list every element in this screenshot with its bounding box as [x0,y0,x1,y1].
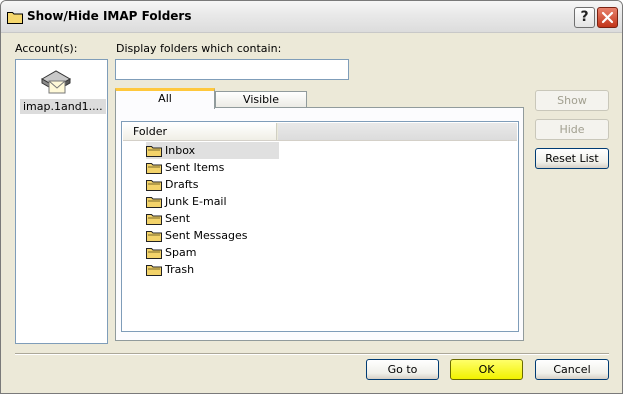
ok-button[interactable]: OK [450,359,523,380]
show-button[interactable]: Show [535,90,609,111]
help-icon: ? [580,9,589,25]
folder-icon [146,178,162,194]
folder-label: Sent Items [165,161,225,174]
folder-row[interactable]: Sent Messages [146,227,279,244]
folder-label: Sent [165,212,191,225]
folder-icon [7,10,23,27]
folder-label: Inbox [165,144,196,157]
folder-icon [146,144,162,160]
mail-server-icon [39,66,73,101]
window-title: Show/Hide IMAP Folders [27,9,192,23]
accounts-list[interactable]: imap.1and1.... [15,59,108,344]
folder-icon [146,195,162,211]
folder-row[interactable]: Junk E-mail [146,193,279,210]
dialog-window: Show/Hide IMAP Folders ? Account(s): ima… [0,0,623,394]
title-bar[interactable]: Show/Hide IMAP Folders ? [1,1,622,33]
folder-icon [146,263,162,279]
filter-label: Display folders which contain: [116,42,282,55]
folder-label: Sent Messages [165,229,248,242]
account-label: imap.1and1.... [20,99,106,114]
folder-row[interactable]: Spam [146,244,279,261]
accounts-label: Account(s): [15,42,78,55]
close-icon [601,11,614,24]
tab-all[interactable]: All [115,88,215,109]
cancel-button[interactable]: Cancel [535,359,609,380]
folder-label: Junk E-mail [165,195,227,208]
folder-row[interactable]: Sent Items [146,159,279,176]
reset-list-button[interactable]: Reset List [535,148,609,169]
column-header-folder[interactable]: Folder [123,123,277,140]
folder-icon [146,246,162,262]
folder-icon [146,212,162,228]
folder-row[interactable]: Trash [146,261,279,278]
list-header: Folder [123,123,517,141]
goto-button[interactable]: Go to [366,359,439,380]
help-button[interactable]: ? [574,7,595,28]
folder-row[interactable]: Sent [146,210,279,227]
folder-row[interactable]: Drafts [146,176,279,193]
hide-button[interactable]: Hide [535,119,609,140]
close-button[interactable] [597,7,618,28]
folder-list[interactable]: Folder Inbox Sent Items Drafts Junk E-mail S… [121,121,519,332]
dialog-client: Account(s): imap.1and1.... Display folde… [1,33,622,393]
folder-label: Drafts [165,178,199,191]
folder-icon [146,161,162,177]
folder-row[interactable]: Inbox [146,142,279,159]
tab-visible[interactable]: Visible [215,91,307,108]
column-header-blank [278,123,517,140]
folder-filter-input[interactable] [115,59,349,80]
folder-label: Spam [165,246,197,259]
folder-label: Trash [165,263,195,276]
folder-icon [146,229,162,245]
separator [15,353,609,355]
